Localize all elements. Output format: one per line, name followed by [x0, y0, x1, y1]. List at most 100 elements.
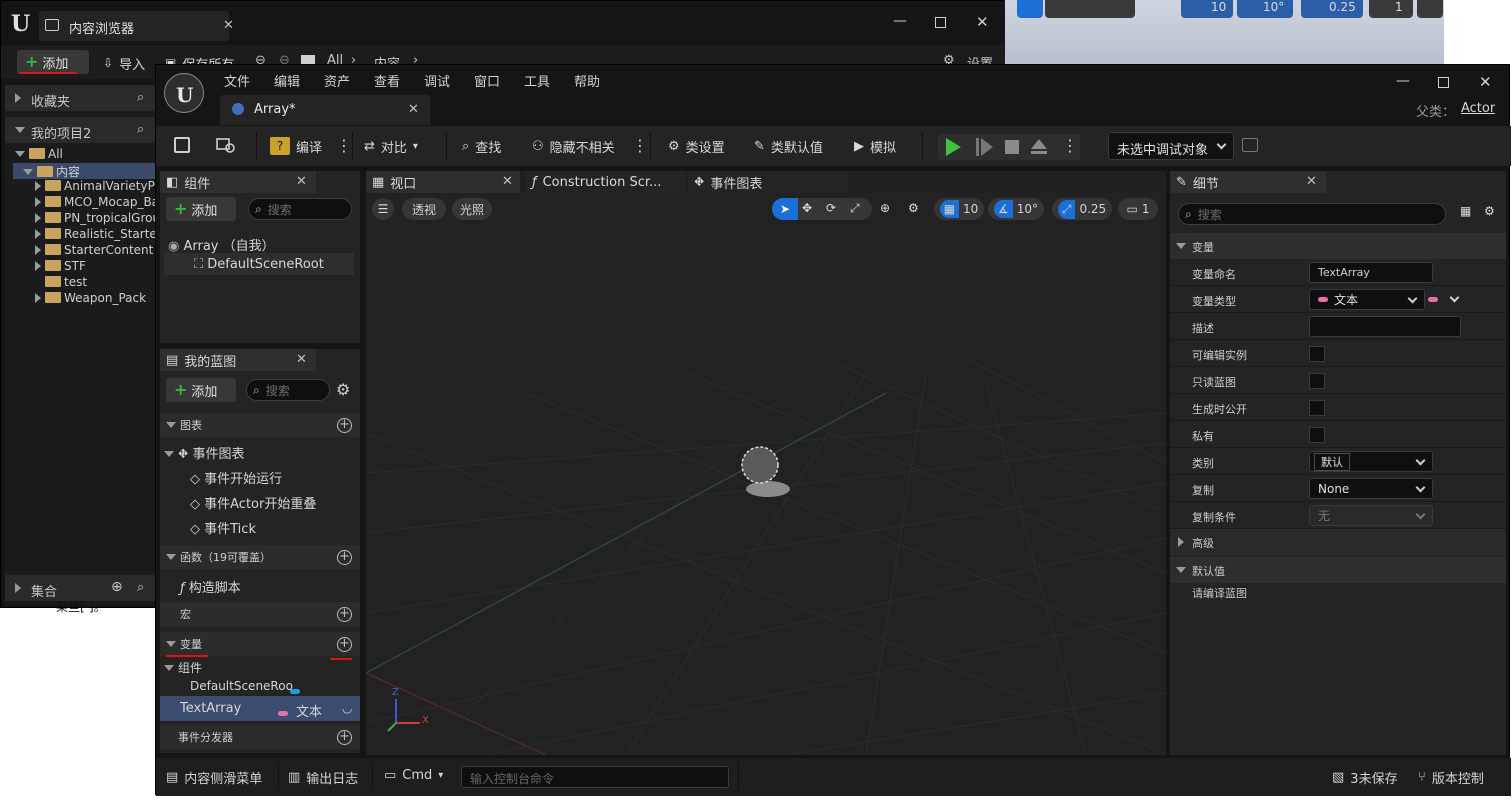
bg-camera-speed[interactable]: 1	[1369, 0, 1413, 18]
select-mode-icon[interactable]: ➤	[772, 198, 798, 220]
bg-layout-icon[interactable]	[1417, 0, 1443, 18]
tree-item-folder[interactable]: AnimalVarietyPa	[35, 179, 155, 195]
unsaved-button[interactable]: ▧ 3未保存	[1332, 768, 1398, 787]
add-collection-icon[interactable]: ⊕	[111, 579, 123, 595]
find-button[interactable]: ⌕ 查找	[462, 134, 501, 158]
project-header[interactable]: 我的项目2 ⌕	[5, 117, 155, 143]
tree-item-folder[interactable]: STF	[35, 259, 86, 275]
search-icon[interactable]: ⌕	[137, 122, 144, 137]
var-type-dropdown[interactable]: 文本	[1309, 289, 1425, 310]
construction-script-tab[interactable]: ƒ Construction Scr...	[526, 171, 686, 193]
variable-section-header[interactable]: 变量	[1170, 233, 1506, 259]
category-value[interactable]: 默认	[1314, 452, 1350, 471]
search-icon[interactable]: ⌕	[137, 580, 144, 595]
tree-item-content[interactable]: 内容	[13, 163, 155, 179]
add-macro-icon[interactable]: +	[337, 607, 352, 622]
component-root-item[interactable]: ◉ Array （自我）	[168, 235, 275, 254]
rep-cond-dropdown[interactable]: 无	[1309, 505, 1433, 526]
my-blueprint-tab[interactable]: ▤ 我的蓝图	[160, 349, 316, 371]
viewport-tab[interactable]: ▦ 视口	[366, 171, 520, 193]
component-child-item[interactable]: ⛶ DefaultSceneRoot	[194, 257, 324, 272]
event-graph-tab[interactable]: ⛖ 事件图表	[688, 171, 848, 193]
close-panel-icon[interactable]: ✕	[1306, 174, 1317, 189]
maximize-icon[interactable]	[1438, 77, 1449, 88]
var-name-input[interactable]: TextArray	[1309, 262, 1433, 283]
add-variable-icon[interactable]: +	[337, 637, 352, 652]
version-control-button[interactable]: ⑂ 版本控制	[1418, 768, 1484, 787]
my-blueprint-search-input[interactable]: ⌕ 搜索	[246, 379, 330, 401]
class-defaults-button[interactable]: ✎ 类默认值	[754, 134, 823, 158]
array-tab[interactable]: Array* ✕	[220, 95, 430, 125]
transform-tools[interactable]	[1045, 0, 1135, 18]
gear-icon[interactable]: ⚙	[1484, 204, 1495, 218]
readonly-checkbox[interactable]	[1309, 373, 1325, 389]
minimize-icon[interactable]: —	[893, 13, 907, 29]
bg-scale-snap[interactable]: 0.25	[1301, 0, 1363, 18]
content-drawer-button[interactable]: ▤ 内容侧滑菜单	[166, 768, 262, 787]
hide-unrelated-options-icon[interactable]: ⋮	[632, 136, 648, 155]
perspective-button[interactable]: 透视	[402, 198, 446, 220]
cb-add-button[interactable]: + 添加	[17, 50, 89, 74]
tree-item-folder[interactable]: Weapon_Pack	[35, 291, 146, 307]
tree-item-folder[interactable]: test	[45, 275, 87, 291]
menu-file[interactable]: 文件	[224, 71, 250, 90]
scale-snap-button[interactable]: ⤢ 0.25	[1052, 198, 1112, 220]
components-tab[interactable]: ◧ 组件	[160, 171, 316, 193]
grid-snap-button[interactable]: ▦ 10	[934, 198, 984, 220]
select-mode-icon[interactable]	[1017, 0, 1043, 18]
private-checkbox[interactable]	[1309, 427, 1325, 443]
macros-category[interactable]: 宏	[160, 602, 360, 626]
viewport-canvas[interactable]: X Z ☰ 透视 光照 ➤ ✥ ⟳ ⤢ ⊕ ⚙ ▦ 10 ∡ 10° ⤢ 0.25 ▭…	[366, 193, 1166, 755]
debug-browse-icon[interactable]	[1242, 138, 1258, 152]
scale-icon[interactable]: ⤢	[850, 201, 860, 216]
rotate-icon[interactable]: ⟳	[826, 201, 836, 215]
debug-object-dropdown[interactable]: 未选中调试对象	[1108, 132, 1234, 160]
description-input[interactable]	[1309, 316, 1461, 337]
search-icon[interactable]: ⌕	[137, 90, 144, 105]
category-combobox[interactable]: 默认	[1309, 451, 1433, 472]
tree-item-folder[interactable]: PN_tropicalGrou	[35, 211, 155, 227]
world-local-icon[interactable]: ⊕	[880, 201, 890, 215]
parent-class-link[interactable]: Actor	[1461, 101, 1495, 116]
tree-item-folder[interactable]: MCO_Mocap_Ba	[35, 195, 155, 211]
bg-grid-snap[interactable]: 10	[1181, 0, 1233, 18]
bg-rot-snap[interactable]: 10°	[1237, 0, 1293, 18]
close-panel-icon[interactable]: ✕	[296, 352, 307, 367]
browse-icon[interactable]	[216, 136, 236, 154]
tree-item-folder[interactable]: Realistic_Starte	[35, 227, 155, 243]
advanced-section-header[interactable]: 高级	[1170, 529, 1506, 555]
event-item[interactable]: ◇ 事件开始运行	[190, 468, 282, 487]
menu-tools[interactable]: 工具	[524, 71, 550, 90]
menu-window[interactable]: 窗口	[474, 71, 500, 90]
play-options-icon[interactable]: ⋮	[1062, 136, 1078, 155]
expose-checkbox[interactable]	[1309, 400, 1325, 416]
event-graph-item[interactable]: ⛖ 事件图表	[164, 443, 245, 462]
maximize-icon[interactable]	[935, 17, 946, 28]
my-blueprint-add-button[interactable]: + 添加	[166, 378, 236, 402]
graphs-category[interactable]: 图表	[160, 413, 360, 437]
menu-asset[interactable]: 资产	[324, 71, 350, 90]
close-window-icon[interactable]: ✕	[976, 13, 989, 31]
lit-button[interactable]: 光照	[452, 198, 492, 220]
tree-item-folder[interactable]: StarterContent	[35, 243, 155, 259]
rotation-snap-button[interactable]: ∡ 10°	[988, 198, 1044, 220]
viewport-menu-icon[interactable]: ☰	[372, 198, 394, 220]
close-window-icon[interactable]: ✕	[1479, 73, 1492, 91]
components-var-group[interactable]: 组件	[164, 659, 202, 676]
details-tab[interactable]: ✎ 细节	[1170, 171, 1326, 193]
components-search-input[interactable]: ⌕ 搜索	[248, 198, 352, 220]
compile-options-icon[interactable]: ⋮	[336, 136, 352, 155]
menu-view[interactable]: 查看	[374, 71, 400, 90]
menu-debug[interactable]: 调试	[424, 71, 450, 90]
add-graph-icon[interactable]: +	[337, 418, 352, 433]
menu-edit[interactable]: 编辑	[274, 71, 300, 90]
console-command-input[interactable]: 输入控制台命令	[461, 766, 729, 788]
container-type-dropdown[interactable]	[1428, 289, 1462, 310]
dispatchers-category[interactable]: 事件分发器	[160, 725, 360, 749]
translate-icon[interactable]: ✥	[802, 201, 812, 215]
step-icon[interactable]	[976, 138, 979, 156]
editable-checkbox[interactable]	[1309, 346, 1325, 362]
class-settings-button[interactable]: ⚙ 类设置	[668, 134, 725, 158]
stop-icon[interactable]	[1005, 140, 1019, 154]
close-tab-icon[interactable]: ✕	[408, 102, 419, 117]
